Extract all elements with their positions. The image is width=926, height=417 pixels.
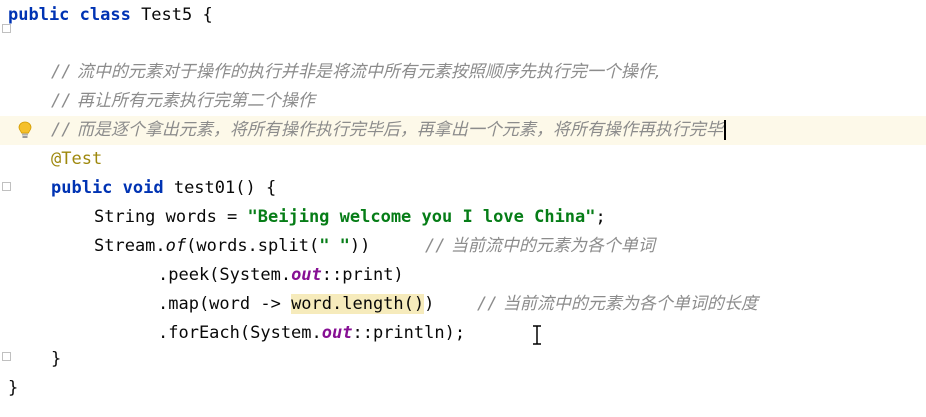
code-text: Stream. bbox=[94, 236, 166, 256]
code-text: (words.split( bbox=[186, 236, 320, 256]
code-line-class-close[interactable]: } bbox=[0, 374, 41, 403]
comment-text: 流中的元素对于操作的执行并非是将流中所有元素按照顺序先执行完一个操作, bbox=[71, 62, 661, 82]
keyword: public void bbox=[51, 178, 164, 198]
text-caret bbox=[723, 120, 726, 140]
code-text: .peek(System. bbox=[158, 265, 292, 285]
code-line-stream-of[interactable]: Stream.of(words.split(" ")) // 当前流中的元素为各… bbox=[0, 232, 655, 261]
comment-slash: // bbox=[51, 91, 72, 111]
fold-marker-icon[interactable] bbox=[2, 24, 11, 33]
code-text: ::print) bbox=[321, 265, 404, 285]
code-text: ) bbox=[424, 294, 435, 314]
code-text: String words = bbox=[94, 207, 248, 227]
comment-slash: // bbox=[425, 236, 446, 256]
code-line-method-close[interactable]: } bbox=[0, 345, 61, 374]
code-text: .map(word -> bbox=[158, 294, 292, 314]
code-line-string-decl[interactable]: String words = "Beijing welcome you I lo… bbox=[0, 203, 606, 232]
code-line-map[interactable]: .map(word -> word.length()) // 当前流中的元素为各… bbox=[0, 290, 758, 319]
static-field: out bbox=[321, 323, 353, 343]
code-text: ::println); bbox=[352, 323, 466, 343]
method-signature: test01() { bbox=[163, 178, 277, 198]
code-editor[interactable]: public class Test5 { // 流中的元素对于操作的执行并非是将… bbox=[0, 0, 926, 417]
code-line-comment-1[interactable]: // 流中的元素对于操作的执行并非是将流中所有元素按照顺序先执行完一个操作, bbox=[0, 58, 660, 87]
text-cursor-icon bbox=[533, 325, 541, 345]
comment-slash: // bbox=[477, 294, 498, 314]
code-line-annotation[interactable]: @Test bbox=[0, 145, 102, 174]
lightbulb-icon[interactable] bbox=[17, 121, 33, 139]
code-line-peek[interactable]: .peek(System.out::print) bbox=[0, 261, 404, 290]
code-text: )) bbox=[349, 236, 371, 256]
comment-text: 当前流中的元素为各个单词的长度 bbox=[497, 294, 758, 314]
comment-text: 再让所有元素执行完第二个操作 bbox=[71, 91, 315, 111]
comment-text: 当前流中的元素为各个单词 bbox=[445, 236, 655, 256]
code-line-comment-2[interactable]: // 再让所有元素执行完第二个操作 bbox=[0, 87, 315, 116]
static-method: of bbox=[165, 236, 187, 256]
static-field: out bbox=[291, 265, 322, 285]
code-line-comment-3-current[interactable]: // 而是逐个拿出元素，将所有操作执行完毕后，再拿出一个元素，将所有操作再执行完… bbox=[0, 116, 926, 145]
comment-text: 而是逐个拿出元素，将所有操作执行完毕后，再拿出一个元素，将所有操作再执行完毕 bbox=[71, 120, 723, 140]
code-text: ; bbox=[595, 207, 606, 227]
code-line-method-decl[interactable]: public void test01() { bbox=[0, 174, 276, 203]
annotation: @Test bbox=[51, 149, 103, 169]
string-literal: "Beijing welcome you I love China" bbox=[247, 207, 596, 227]
class-name: Test5 { bbox=[130, 5, 213, 25]
code-line-foreach[interactable]: .forEach(System.out::println); bbox=[0, 319, 465, 348]
code-text: .forEach(System. bbox=[158, 323, 322, 343]
closing-brace: } bbox=[8, 378, 19, 398]
comment-slash: // bbox=[51, 62, 72, 82]
highlighted-expression: word.length() bbox=[291, 294, 425, 314]
closing-brace: } bbox=[51, 349, 62, 369]
comment-slash: // bbox=[51, 120, 72, 140]
keyword: public class bbox=[8, 5, 131, 25]
string-literal: " " bbox=[319, 236, 350, 256]
